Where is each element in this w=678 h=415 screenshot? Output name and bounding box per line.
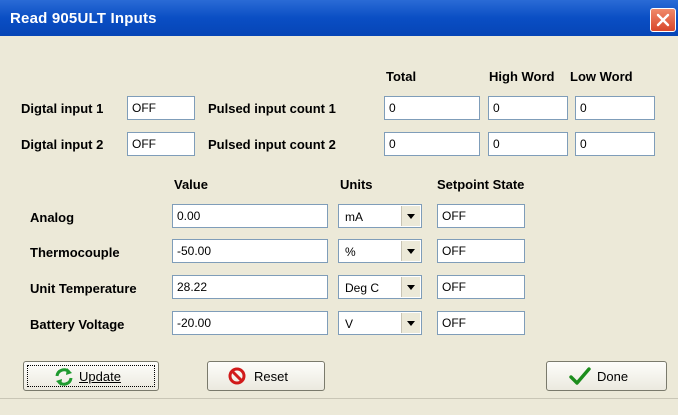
chevron-down-icon	[407, 285, 415, 290]
analog-value-field[interactable]: 0.00	[172, 204, 328, 228]
total-header: Total	[386, 69, 417, 84]
analog-units-value: mA	[345, 210, 363, 224]
thermocouple-units-value: %	[345, 245, 356, 259]
thermocouple-label: Thermocouple	[30, 245, 120, 260]
digital-input-1-field[interactable]: OFF	[127, 96, 195, 120]
chevron-down-icon	[407, 321, 415, 326]
high-word-header: High Word	[489, 69, 555, 84]
low-word-header: Low Word	[570, 69, 633, 84]
digital-input-1-label: Digtal input 1	[21, 101, 104, 116]
unit-temperature-label: Unit Temperature	[30, 281, 137, 296]
dropdown-button[interactable]	[401, 313, 420, 333]
pulsed-count-1-label: Pulsed input count 1	[208, 101, 336, 116]
dropdown-button[interactable]	[401, 241, 420, 261]
analog-label: Analog	[30, 210, 75, 225]
title-bar: Read 905ULT Inputs	[0, 0, 678, 36]
update-label: Update	[79, 369, 121, 384]
battery-voltage-units-select[interactable]: V	[338, 311, 422, 335]
digital-input-2-label: Digtal input 2	[21, 137, 104, 152]
unit-temperature-units-value: Deg C	[345, 281, 380, 295]
battery-voltage-setpoint-field[interactable]: OFF	[437, 311, 525, 335]
pulsed-count-2-high-field[interactable]: 0	[488, 132, 568, 156]
done-button[interactable]: Done	[546, 361, 667, 391]
pulsed-count-2-low-field[interactable]: 0	[575, 132, 655, 156]
pulsed-count-2-total-field[interactable]: 0	[384, 132, 480, 156]
thermocouple-value-field[interactable]: -50.00	[172, 239, 328, 263]
dialog-window: Read 905ULT Inputs Total High Word Low W…	[0, 0, 678, 415]
unit-temperature-units-select[interactable]: Deg C	[338, 275, 422, 299]
refresh-icon	[55, 368, 73, 386]
thermocouple-setpoint-field[interactable]: OFF	[437, 239, 525, 263]
thermocouple-units-select[interactable]: %	[338, 239, 422, 263]
close-button[interactable]	[650, 8, 676, 32]
battery-voltage-label: Battery Voltage	[30, 317, 125, 332]
close-icon	[656, 13, 670, 27]
value-header: Value	[174, 177, 208, 192]
reset-button[interactable]: Reset	[207, 361, 325, 391]
battery-voltage-units-value: V	[345, 317, 354, 331]
pulsed-count-1-high-field[interactable]: 0	[488, 96, 568, 120]
unit-temperature-setpoint-field[interactable]: OFF	[437, 275, 525, 299]
chevron-down-icon	[407, 249, 415, 254]
window-title: Read 905ULT Inputs	[10, 10, 157, 27]
status-bar	[0, 398, 678, 415]
pulsed-count-1-total-field[interactable]: 0	[384, 96, 480, 120]
pulsed-count-1-low-field[interactable]: 0	[575, 96, 655, 120]
units-header: Units	[340, 177, 373, 192]
analog-units-select[interactable]: mA	[338, 204, 422, 228]
dropdown-button[interactable]	[401, 277, 420, 297]
done-label: Done	[597, 369, 629, 384]
dropdown-button[interactable]	[401, 206, 420, 226]
no-entry-icon	[228, 367, 246, 385]
setpoint-state-header: Setpoint State	[437, 177, 525, 192]
checkmark-icon	[569, 367, 591, 385]
reset-label: Reset	[254, 369, 288, 384]
chevron-down-icon	[407, 214, 415, 219]
analog-setpoint-field[interactable]: OFF	[437, 204, 525, 228]
unit-temperature-value-field[interactable]: 28.22	[172, 275, 328, 299]
battery-voltage-value-field[interactable]: -20.00	[172, 311, 328, 335]
pulsed-count-2-label: Pulsed input count 2	[208, 137, 336, 152]
digital-input-2-field[interactable]: OFF	[127, 132, 195, 156]
update-button[interactable]: Update	[23, 361, 159, 391]
